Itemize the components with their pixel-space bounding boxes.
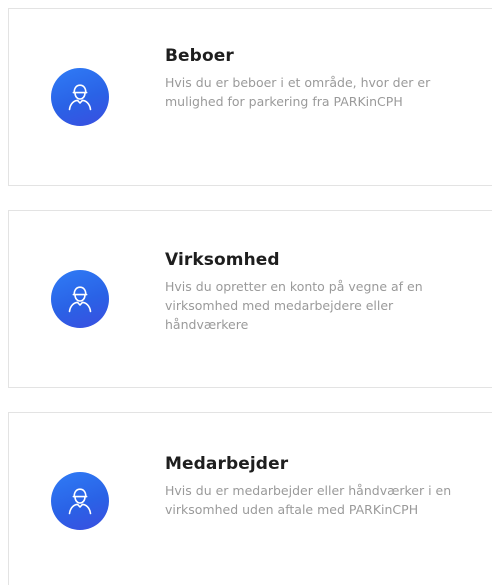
account-type-list: Beboer Hvis du er beboer i et område, hv… <box>0 0 492 585</box>
account-type-title: Virksomhed <box>165 250 280 270</box>
account-type-card-medarbejder[interactable]: Medarbejder Hvis du er medarbejder eller… <box>8 412 492 585</box>
account-type-card-virksomhed[interactable]: Virksomhed Hvis du opretter en konto på … <box>8 210 492 388</box>
account-type-title: Beboer <box>165 46 234 66</box>
account-type-title: Medarbejder <box>165 454 289 474</box>
account-type-description: Hvis du er medarbejder eller håndværker … <box>165 483 452 517</box>
user-icon <box>51 270 109 328</box>
account-type-description: Hvis du er beboer i et område, hvor der … <box>165 75 431 109</box>
account-type-description: Hvis du opretter en konto på vegne af en… <box>165 279 423 332</box>
user-icon <box>51 68 109 126</box>
account-type-card-beboer[interactable]: Beboer Hvis du er beboer i et område, hv… <box>8 8 492 186</box>
user-icon <box>51 472 109 530</box>
